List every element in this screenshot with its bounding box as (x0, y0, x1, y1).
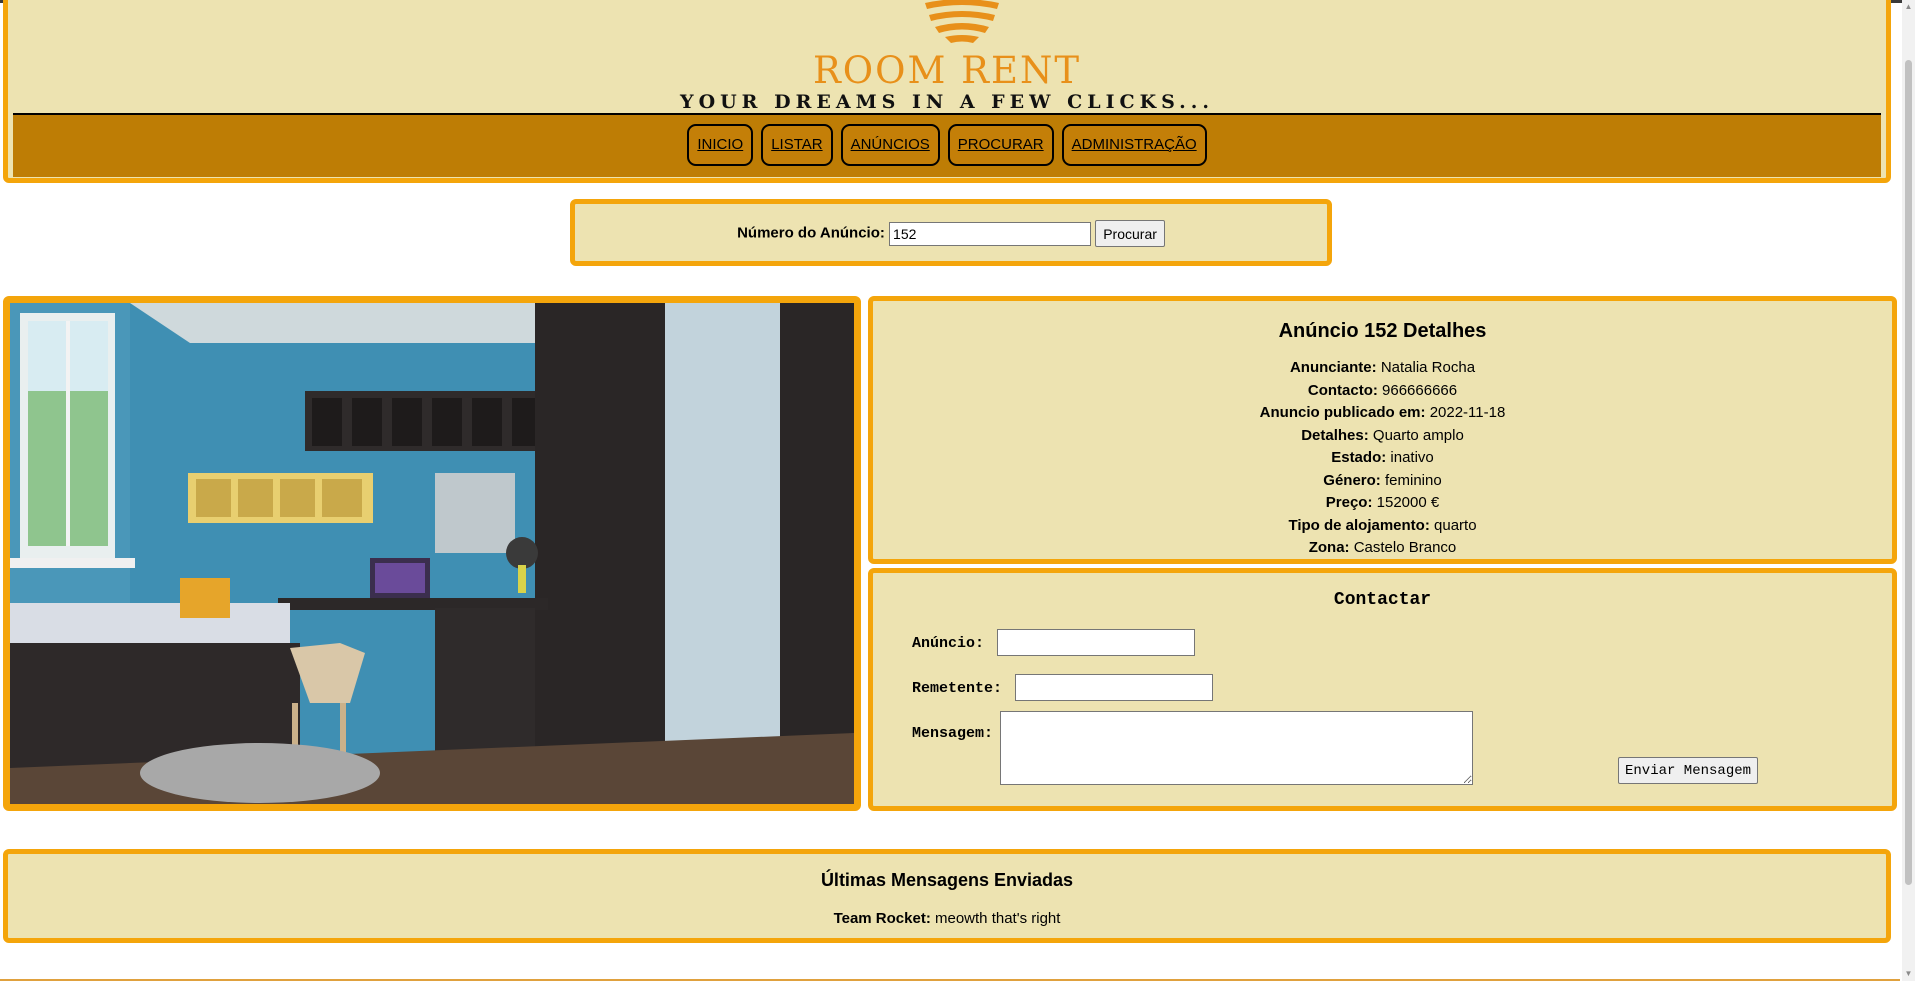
scroll-down-arrow-icon[interactable]: ▼ (1902, 967, 1915, 981)
detail-row-genero: Género: feminino (873, 470, 1892, 493)
detail-row-publicado: Anuncio publicado em: 2022-11-18 (873, 402, 1892, 425)
search-label: Número do Anúncio: (737, 224, 885, 242)
recent-messages-panel: Últimas Mensagens Enviadas Team Rocket: … (3, 849, 1891, 943)
brand-name: ROOM RENT (812, 49, 1082, 92)
detail-value: Quarto amplo (1372, 426, 1464, 444)
detail-value: inativo (1390, 449, 1434, 466)
room-photo (3, 296, 861, 811)
detail-label: Tipo de alojamento: (1288, 516, 1430, 534)
detail-value: Natalia Rocha (1380, 359, 1476, 376)
detail-label: Anunciante: (1289, 359, 1377, 376)
search-button[interactable]: Procurar (1095, 220, 1165, 247)
detail-row-preco: Preço: 152000 € (873, 492, 1892, 515)
detail-row-contacto: Contacto: 966666666 (873, 380, 1892, 403)
detail-value: Castelo Branco (1353, 539, 1457, 556)
nav-listar[interactable]: LISTAR (761, 124, 833, 166)
detail-value: 152000 € (1376, 494, 1440, 511)
message-text: meowth that's right (935, 910, 1061, 927)
mensagem-label: Mensagem: (912, 725, 994, 742)
mensagem-textarea[interactable] (1000, 711, 1473, 785)
detail-label: Género: (1323, 471, 1381, 489)
detail-label: Detalhes: (1301, 426, 1369, 444)
search-panel: Número do Anúncio: Procurar (570, 199, 1332, 266)
detail-row-anunciante: Anunciante: Natalia Rocha (873, 357, 1892, 380)
detail-row-detalhes: Detalhes: Quarto amplo (873, 425, 1892, 448)
recent-messages-title: Últimas Mensagens Enviadas (820, 870, 1074, 890)
sun-waves-logo-icon (925, 0, 999, 43)
scroll-up-arrow-icon[interactable]: ▲ (1902, 0, 1915, 14)
detail-label: Contacto: (1307, 381, 1378, 399)
contact-form-panel: Contactar Anúncio: Remetente: Mensagem: … (868, 568, 1897, 811)
contact-title: Contactar (1333, 590, 1432, 610)
detail-value: quarto (1434, 516, 1477, 534)
detail-value: 966666666 (1382, 381, 1458, 399)
ad-details-panel: Anúncio 152 Detalhes Anunciante: Natalia… (868, 296, 1897, 564)
detail-row-zona: Zona: Castelo Branco (873, 537, 1892, 560)
detail-label: Preço: (1325, 494, 1373, 511)
nav-administracao[interactable]: ADMINISTRAÇÃO (1061, 124, 1207, 166)
detail-label: Anuncio publicado em: (1259, 404, 1426, 421)
nav-anuncios[interactable]: ANÚNCIOS (840, 124, 940, 166)
detail-row-estado: Estado: inativo (873, 447, 1892, 470)
page-scrollbar[interactable]: ▲ ▼ (1902, 0, 1915, 981)
site-header: ROOM RENT YOUR DREAMS IN A FEW CLICKS...… (3, 0, 1891, 183)
message-sender: Team Rocket: (833, 910, 931, 927)
send-message-button[interactable]: Enviar Mensagem (1618, 757, 1759, 784)
detail-label: Estado: (1331, 449, 1387, 466)
ad-details-title: Anúncio 152 Detalhes (1278, 320, 1487, 342)
ad-number-input[interactable] (889, 221, 1092, 246)
detail-value: 2022-11-18 (1429, 404, 1506, 421)
brand-tagline: YOUR DREAMS IN A FEW CLICKS... (680, 91, 1214, 113)
nav-procurar[interactable]: PROCURAR (947, 124, 1054, 166)
anuncio-input[interactable] (997, 629, 1195, 656)
remetente-input[interactable] (1015, 674, 1213, 701)
scrollbar-thumb[interactable] (1905, 60, 1912, 885)
anuncio-label: Anúncio: (912, 635, 985, 652)
main-nav: INICIO LISTAR ANÚNCIOS PROCURAR ADMINIST… (13, 113, 1881, 177)
detail-label: Zona: (1308, 539, 1350, 556)
detail-row-tipo: Tipo de alojamento: quarto (873, 515, 1892, 538)
message-item: Team Rocket: meowth that's right (8, 910, 1886, 927)
detail-value: feminino (1384, 471, 1442, 489)
nav-inicio[interactable]: INICIO (687, 124, 754, 166)
remetente-label: Remetente: (912, 680, 1003, 697)
